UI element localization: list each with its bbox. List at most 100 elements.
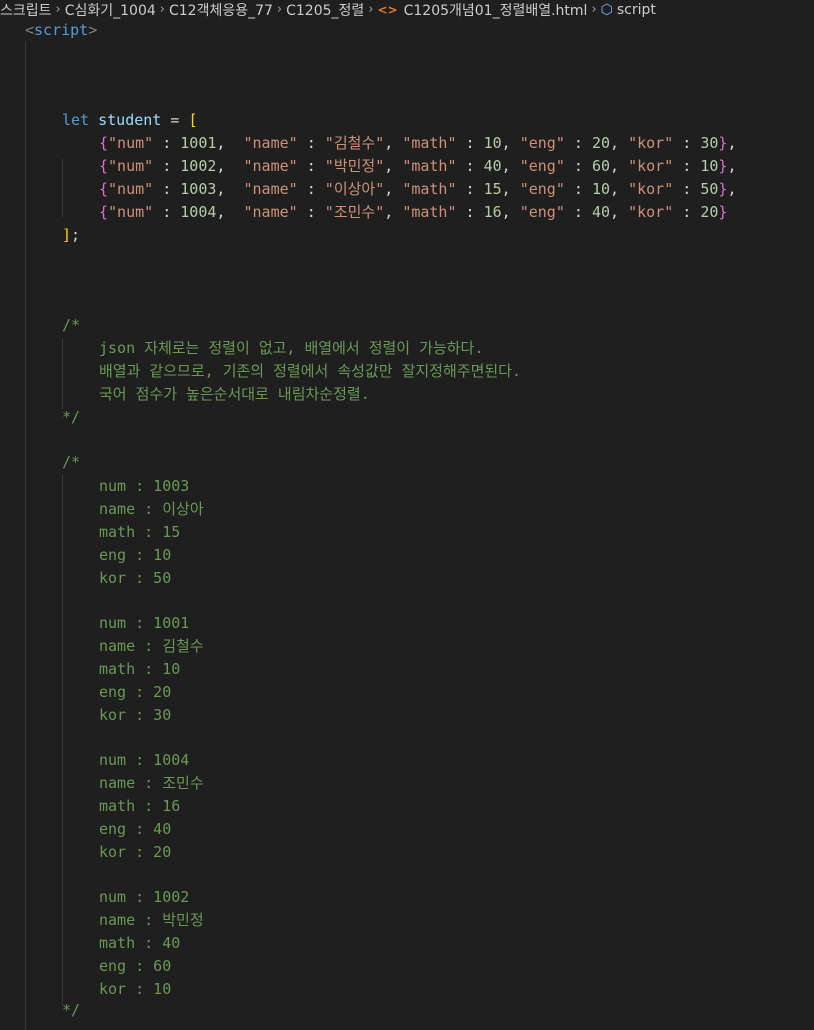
- string-quote: ": [324, 180, 334, 198]
- punct: :: [564, 157, 592, 175]
- brace: }: [718, 203, 728, 221]
- punct: :: [456, 203, 484, 221]
- punct: :: [673, 203, 701, 221]
- punct: :: [564, 180, 592, 198]
- brace: {: [99, 203, 109, 221]
- punct: ,: [384, 134, 403, 152]
- comment-line: eng : 20: [99, 683, 172, 701]
- key-string: "kor": [628, 157, 674, 175]
- comment-line: num : 1001: [99, 614, 190, 632]
- punct: ,: [501, 203, 520, 221]
- punct: :: [564, 134, 592, 152]
- comment-open: /*: [62, 316, 81, 334]
- chevron-right-icon: ›: [159, 2, 165, 17]
- indent-guide: [62, 159, 63, 217]
- key-string: "kor": [628, 203, 674, 221]
- breadcrumb-item-folder1[interactable]: 스크립트: [0, 0, 52, 19]
- comment-line: name : 조민수: [99, 774, 204, 792]
- punct: :: [153, 180, 181, 198]
- code-editor[interactable]: <script> let student = [ {"num" : 1001, …: [0, 19, 814, 1030]
- punct: :: [153, 203, 181, 221]
- comment-line: kor : 30: [99, 706, 172, 724]
- string-literal: 김철수: [333, 134, 376, 152]
- brace: {: [99, 157, 109, 175]
- key-string: "eng": [519, 203, 565, 221]
- breadcrumb-item-folder2[interactable]: C심화기_1004: [65, 0, 156, 19]
- punct: ,: [610, 180, 629, 198]
- comment-line: eng : 40: [99, 820, 172, 838]
- key-string: "num": [108, 134, 154, 152]
- html-file-icon: <>: [377, 2, 398, 17]
- comment-line: kor : 20: [99, 843, 172, 861]
- number-literal: 15: [483, 180, 502, 198]
- key-string: "name": [243, 203, 298, 221]
- operator: =: [161, 111, 189, 129]
- comment-line: eng : 10: [99, 546, 172, 564]
- punct: ,: [384, 203, 403, 221]
- tag-open: <: [25, 21, 35, 39]
- number-literal: 20: [700, 203, 719, 221]
- number-literal: 20: [591, 134, 611, 152]
- punct: :: [673, 157, 701, 175]
- comment-line: eng : 60: [99, 957, 172, 975]
- punct: ,: [216, 134, 244, 152]
- punct: ,: [216, 203, 244, 221]
- number-literal: 1003: [180, 180, 217, 198]
- number-literal: 60: [591, 157, 611, 175]
- code-line: {"num" : 1004, "name" : "조민수", "math" : …: [99, 201, 727, 224]
- breadcrumb: 스크립트 › C심화기_1004 › C12객체응용_77 › C1205_정렬…: [0, 0, 814, 19]
- comment-line: num : 1002: [99, 888, 190, 906]
- punct: :: [564, 203, 592, 221]
- punct: ,: [384, 157, 403, 175]
- code-line: ];: [62, 224, 80, 247]
- key-string: "math": [402, 180, 457, 198]
- string-quote: ": [375, 157, 385, 175]
- breadcrumb-item-folder4[interactable]: C1205_정렬: [286, 0, 364, 19]
- key-string: "kor": [628, 134, 674, 152]
- key-string: "eng": [519, 157, 565, 175]
- comment-line: name : 김철수: [99, 637, 204, 655]
- key-string: "name": [243, 157, 298, 175]
- number-literal: 1002: [180, 157, 217, 175]
- indent-guide: [62, 339, 63, 409]
- string-quote: ": [324, 203, 334, 221]
- punct: ,: [216, 180, 244, 198]
- punct: ,: [501, 157, 520, 175]
- code-line: <script>: [25, 19, 97, 42]
- breadcrumb-item-symbol[interactable]: script: [617, 2, 656, 18]
- bracket-close: ]: [62, 226, 72, 244]
- chevron-right-icon: ›: [591, 2, 597, 17]
- indent-guide: [62, 475, 63, 1005]
- punct: :: [673, 134, 701, 152]
- string-quote: ": [324, 157, 334, 175]
- comment-line: name : 이상아: [99, 500, 204, 518]
- punct: :: [297, 203, 325, 221]
- string-quote: ": [375, 180, 385, 198]
- number-literal: 16: [483, 203, 502, 221]
- number-literal: 1004: [180, 203, 217, 221]
- string-literal: 박민정: [333, 157, 376, 175]
- code-line: let student = [: [62, 109, 197, 132]
- key-string: "math": [402, 203, 457, 221]
- punct: ,: [610, 203, 629, 221]
- comment-line: name : 박민정: [99, 911, 204, 929]
- comment-line: math : 15: [99, 523, 181, 541]
- keyword-let: let: [62, 111, 90, 129]
- breadcrumb-item-file[interactable]: C1205개념01_정렬배열.html: [404, 0, 588, 19]
- number-literal: 10: [591, 180, 611, 198]
- number-literal: 50: [700, 180, 719, 198]
- punct: :: [153, 134, 181, 152]
- variable-name: student: [98, 111, 162, 129]
- key-string: "num": [108, 157, 154, 175]
- punct: :: [456, 134, 484, 152]
- punct: ;: [71, 226, 81, 244]
- punct: ,: [610, 157, 629, 175]
- tag-name: script: [34, 21, 89, 39]
- comment-line: 배열과 같으므로, 기존의 정렬에서 속성값만 잘지정해주면된다.: [99, 362, 522, 380]
- punct: ,: [501, 180, 520, 198]
- breadcrumb-item-folder3[interactable]: C12객체응용_77: [169, 0, 273, 19]
- key-string: "num": [108, 203, 154, 221]
- punct: ,: [727, 157, 737, 175]
- punct: ,: [610, 134, 629, 152]
- chevron-right-icon: ›: [368, 2, 374, 17]
